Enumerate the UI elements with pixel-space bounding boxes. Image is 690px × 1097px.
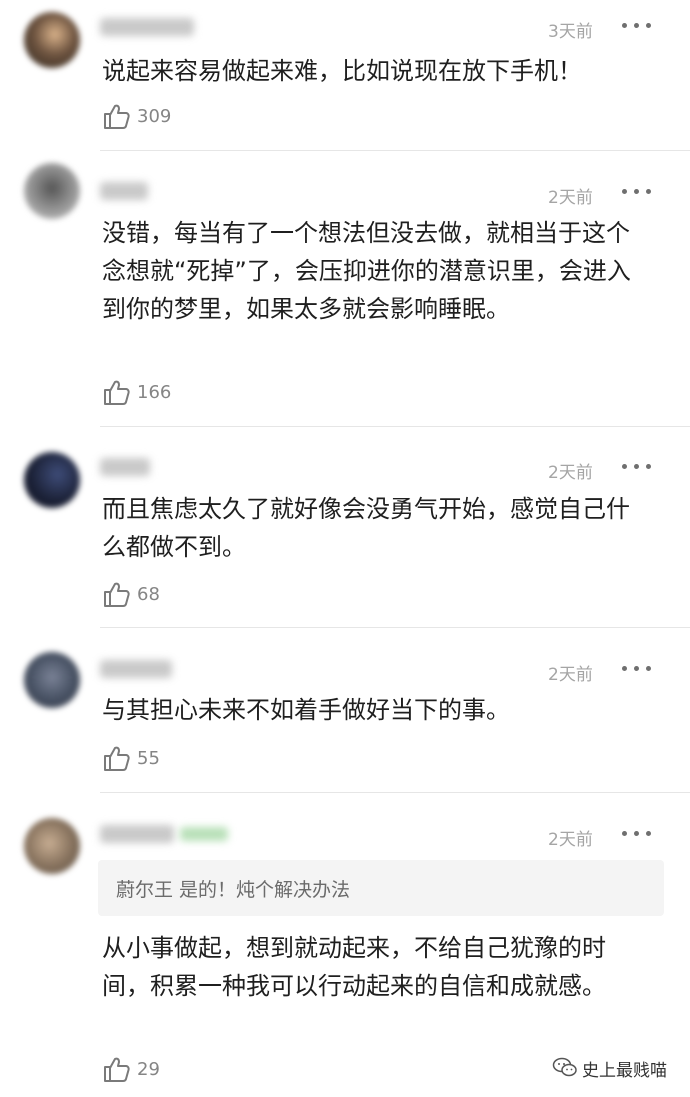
comment-text: 没错，每当有了一个想法但没去做，就相当于这个念想就“死掉”了，会压抑进你的潜意识… [102, 219, 631, 323]
comment-time: 2天前 [548, 830, 593, 850]
username-blurred[interactable] [100, 825, 174, 843]
username-blurred[interactable] [100, 18, 194, 36]
thumbs-up-icon[interactable] [102, 1055, 130, 1083]
avatar[interactable] [24, 652, 80, 708]
username-blurred[interactable] [100, 458, 150, 476]
more-dots-icon[interactable] [622, 22, 652, 32]
like-count: 68 [137, 584, 160, 605]
comment-time: 2天前 [548, 463, 593, 483]
username-blurred[interactable] [100, 182, 148, 200]
thumbs-up-icon[interactable] [102, 580, 130, 608]
thumbs-up-icon[interactable] [102, 102, 130, 130]
more-dots-icon[interactable] [622, 665, 652, 675]
watermark-text: 史上最贱喵 [582, 1061, 667, 1081]
comment-text: 从小事做起，想到就动起来，不给自己犹豫的时间，积累一种我可以行动起来的自信和成就… [102, 934, 606, 1000]
reply-quote[interactable]: 蔚尔王 是的！炖个解决办法 [98, 860, 664, 916]
username-blurred[interactable] [100, 660, 172, 678]
more-dots-icon[interactable] [622, 830, 652, 840]
comment-text: 与其担心未来不如着手做好当下的事。 [102, 696, 510, 724]
thumbs-up-icon[interactable] [102, 378, 130, 406]
avatar[interactable] [24, 12, 80, 68]
comment-text: 而且焦虑太久了就好像会没勇气开始，感觉自己什么都做不到。 [102, 495, 630, 561]
wechat-icon [552, 1057, 577, 1077]
comment-time: 2天前 [548, 188, 593, 208]
divider [100, 627, 690, 628]
avatar[interactable] [24, 163, 80, 219]
like-count: 55 [137, 748, 160, 769]
like-count: 166 [137, 382, 172, 403]
like-count: 309 [137, 106, 172, 127]
comment-time: 3天前 [548, 22, 593, 42]
username-tag-blurred [180, 827, 228, 841]
more-dots-icon[interactable] [622, 188, 652, 198]
thumbs-up-icon[interactable] [102, 744, 130, 772]
like-count: 29 [137, 1059, 160, 1080]
avatar[interactable] [24, 818, 80, 874]
comment-time: 2天前 [548, 665, 593, 685]
divider [100, 150, 690, 151]
reply-quote-text: 蔚尔王 是的！炖个解决办法 [116, 879, 351, 901]
avatar[interactable] [24, 452, 80, 508]
divider [100, 426, 690, 427]
comment-text: 说起来容易做起来难，比如说现在放下手机！ [102, 57, 582, 85]
more-dots-icon[interactable] [622, 463, 652, 473]
divider [100, 792, 690, 793]
